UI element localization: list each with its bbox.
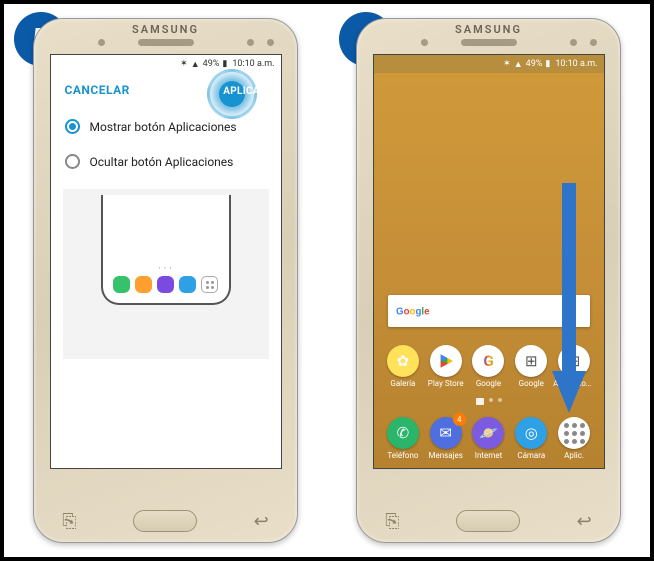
app-internet[interactable]: 🪐 Internet [467,417,510,460]
option-label: Mostrar botón Aplicaciones [90,120,237,134]
battery-icon: ▮ [545,59,550,69]
brand-logo: SAMSUNG [455,23,522,36]
screen-settings: ✶ ▲ 49% ▮ 10:10 a.m. CANCELAR APLICAR Mo… [50,54,282,469]
signal-icon: ▲ [514,59,523,70]
page-dot-icon [498,398,502,402]
mini-dock [113,276,218,293]
app-row: ✿ Galería Play Store G Google ⊞ Google ⊞ Aplicac… [374,345,604,392]
app-label: Mensajes [428,451,462,460]
mini-app-icon [135,276,152,293]
app-icon: ✆ [387,417,419,449]
mini-app-icon [179,276,196,293]
google-search-bar[interactable]: Google [388,295,590,327]
speaker-icon [138,39,194,46]
app-icon: ⊞ [558,345,590,377]
svg-text:Google: Google [396,306,430,317]
app-label: Internet [475,451,502,460]
wifi-icon: ✶ [503,59,511,69]
mini-app-icon [157,276,174,293]
mini-pager-icon: • • • [158,265,172,272]
app-teléfono[interactable]: ✆ Teléfono [382,417,425,460]
google-logo-icon: Google [396,304,441,319]
app-play-store[interactable]: Play Store [424,345,467,388]
mini-phone-icon: • • • [101,195,231,305]
back-hw-icon[interactable]: ↩ [577,511,592,532]
app-label: Google [519,379,544,388]
screen-home: ✶ ▲ 49% ▮ 10:10 a.m. Google ✿ Galería Play… [373,54,605,469]
hardware-buttons: ⎘ ↩ [357,510,620,532]
battery-text: 49% [203,59,220,69]
phone-mockup-left: SAMSUNG ✶ ▲ 49% ▮ 10:10 a.m. CANCELAR AP… [33,18,298,543]
home-hw-button[interactable] [456,510,520,532]
home-page-icon [476,398,484,405]
app-label: Galería [390,379,415,388]
recents-hw-icon[interactable]: ⎘ [385,511,399,532]
app-icon: 🪐 [472,417,504,449]
app-icon: ✉4 [430,417,462,449]
wifi-icon: ✶ [180,59,188,69]
status-bar: ✶ ▲ 49% ▮ 10:10 a.m. [51,55,281,73]
brand-logo: SAMSUNG [132,23,199,36]
app-label: Google [476,379,501,388]
mini-app-icon [113,276,130,293]
app-mensajes[interactable]: ✉4 Mensajes [424,417,467,460]
clock-text: 10:10 a.m. [555,59,597,69]
app-icon: ⊞ [515,345,547,377]
app-aplicaciones-de-microsoft[interactable]: ⊞ Aplicaciones de Microsoft [553,345,596,388]
app-label: Play Store [428,379,464,388]
app-icon [558,417,590,449]
signal-icon: ▲ [191,59,200,70]
page-indicator [374,398,604,405]
radio-checked-icon [65,119,80,134]
apply-label: APLICAR [223,86,266,97]
app-google[interactable]: ⊞ Google [510,345,553,388]
app-icon: G [472,345,504,377]
page-dot-icon [489,398,493,402]
clock-text: 10:10 a.m. [232,59,274,69]
back-hw-icon[interactable]: ↩ [254,511,269,532]
cancel-button[interactable]: CANCELAR [65,83,130,97]
preview-card: • • • [63,189,269,359]
mini-apps-button-icon [201,276,218,293]
home-hw-button[interactable] [133,510,197,532]
option-label: Ocultar botón Aplicaciones [90,155,234,169]
recents-hw-icon[interactable]: ⎘ [62,511,76,532]
app-icon [430,345,462,377]
option-hide-apps[interactable]: Ocultar botón Aplicaciones [51,144,281,179]
apply-button[interactable]: APLICAR [223,83,266,97]
dock: ✆ Teléfono ✉4 Mensajes 🪐 Internet ◎ Cámara Aplic… [374,413,604,468]
battery-icon: ▮ [222,59,227,69]
phone-mockup-right: SAMSUNG ✶ ▲ 49% ▮ 10:10 a.m. Google [356,18,621,543]
app-aplic.[interactable]: Aplic. [553,417,596,460]
app-galería[interactable]: ✿ Galería [382,345,425,388]
app-cámara[interactable]: ◎ Cámara [510,417,553,460]
app-icon: ◎ [515,417,547,449]
app-google[interactable]: G Google [467,345,510,388]
app-label: Aplicaciones de Microsoft [553,379,595,388]
speaker-icon [461,39,517,46]
settings-header: CANCELAR APLICAR [51,73,281,109]
hardware-buttons: ⎘ ↩ [34,510,297,532]
app-label: Aplic. [564,451,584,460]
tutorial-frame: 5 6 SAMSUNG ✶ ▲ 49% ▮ 10:10 a.m. CANCELA… [0,0,654,561]
app-icon: ✿ [387,345,419,377]
battery-text: 49% [526,59,543,69]
status-bar: ✶ ▲ 49% ▮ 10:10 a.m. [374,55,604,73]
radio-unchecked-icon [65,154,80,169]
app-label: Cámara [517,451,545,460]
notification-badge: 4 [453,413,466,426]
app-label: Teléfono [387,451,418,460]
